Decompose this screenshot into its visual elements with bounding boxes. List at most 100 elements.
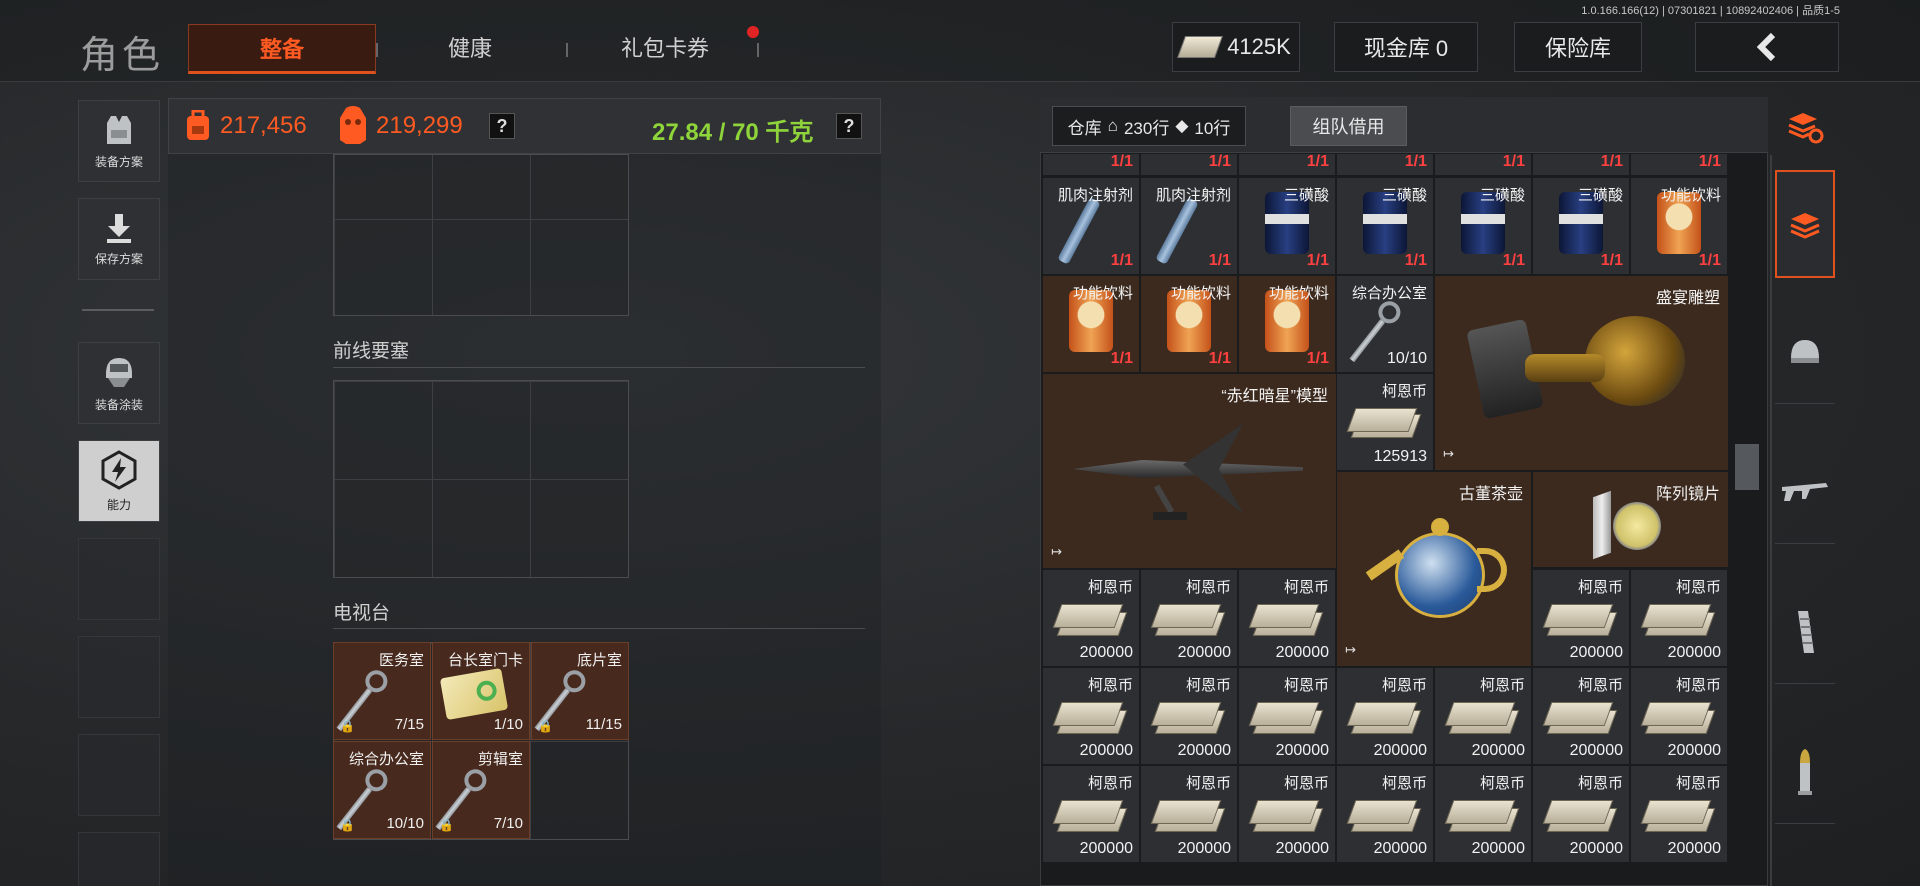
item-name: 柯恩币	[1577, 677, 1623, 694]
cash-vault-button[interactable]: 现金库 0	[1334, 22, 1478, 72]
item-name: 柯恩币	[1479, 775, 1525, 792]
tab-equipment[interactable]: 整备	[188, 24, 376, 74]
inventory-item[interactable]: 三磺酸 1/1	[1532, 177, 1630, 275]
inventory-item[interactable]: 肌肉注射剂 1/1	[1140, 177, 1238, 275]
loadout-plan-button[interactable]: 装备方案	[78, 100, 160, 182]
inventory-item[interactable]: 柯恩币 200000	[1042, 667, 1140, 765]
money-amount: 4125K	[1227, 34, 1291, 59]
cash-icon	[1177, 36, 1224, 58]
filter-rifle[interactable]	[1775, 440, 1835, 544]
item-name: 台长室门卡	[447, 652, 523, 669]
lightning-hex-icon	[101, 449, 137, 490]
inventory-item[interactable]: 1/1	[1042, 153, 1140, 176]
inventory-item[interactable]: 1/1	[1630, 153, 1728, 176]
inventory-item[interactable]: 柯恩币 200000	[1532, 667, 1630, 765]
inventory-item[interactable]: 柯恩币 200000	[1434, 765, 1532, 863]
item-name: 盛宴雕塑	[1655, 290, 1720, 307]
sort-button[interactable]	[1775, 100, 1835, 156]
inventory-item[interactable]: 1/1	[1140, 153, 1238, 176]
key-item[interactable]: 剪辑室 🔒 7/10	[432, 741, 530, 839]
item-count: 200000	[1275, 840, 1329, 857]
item-name: “赤红暗星”模型	[1221, 388, 1328, 405]
filter-magazine[interactable]	[1775, 580, 1835, 684]
item-name: 柯恩币	[1381, 775, 1427, 792]
inventory-item[interactable]: 柯恩币 200000	[1042, 765, 1140, 863]
tab-health[interactable]: 健康	[400, 24, 540, 74]
inventory-item[interactable]: 柯恩币 200000	[1042, 569, 1140, 667]
inventory-item[interactable]: 肌肉注射剂 1/1	[1042, 177, 1140, 275]
inventory-item[interactable]: 阵列镜片	[1532, 471, 1729, 568]
item-name: 三磺酸	[1479, 187, 1525, 204]
inventory-item[interactable]: 柯恩币 200000	[1630, 569, 1728, 667]
item-count: 10/10	[1386, 350, 1427, 367]
inventory-item[interactable]: “赤红暗星”模型 ↦	[1042, 373, 1337, 569]
inventory-item[interactable]: 柯恩币 200000	[1336, 765, 1434, 863]
inventory-item[interactable]: 三磺酸 1/1	[1434, 177, 1532, 275]
filter-all[interactable]	[1775, 170, 1835, 278]
inventory-item[interactable]: 1/1	[1434, 153, 1532, 176]
cash-stack-icon	[1542, 796, 1618, 836]
inventory-item[interactable]: 柯恩币 200000	[1532, 765, 1630, 863]
ability-button[interactable]: 能力	[78, 440, 160, 522]
inventory-item[interactable]: 柯恩币 200000	[1434, 667, 1532, 765]
safe-box-button[interactable]: 保险库	[1514, 22, 1642, 72]
teapot-icon	[1365, 512, 1515, 642]
key-grid-frontline	[333, 380, 629, 578]
section-title: 电视台	[333, 603, 391, 624]
inventory-item[interactable]: 柯恩币 200000	[1238, 569, 1336, 667]
inventory-item[interactable]: 盛宴雕塑 ↦	[1434, 275, 1729, 471]
value-help-button[interactable]: ?	[489, 113, 515, 139]
item-name: 肌肉注射剂	[1057, 187, 1133, 204]
inventory-item[interactable]: 1/1	[1238, 153, 1336, 176]
key-item[interactable]: 底片室 🔒 11/15	[531, 642, 629, 740]
tab-separator	[757, 43, 759, 57]
filter-helmet[interactable]	[1775, 300, 1835, 404]
item-name: 柯恩币	[1283, 579, 1329, 596]
item-count: 1/1	[1110, 153, 1133, 170]
item-count: 200000	[1569, 742, 1623, 759]
inventory-item[interactable]: 1/1	[1336, 153, 1434, 176]
item-count: 200000	[1667, 840, 1721, 857]
inventory-item[interactable]: 三磺酸 1/1	[1336, 177, 1434, 275]
save-plan-button[interactable]: 保存方案	[78, 198, 160, 280]
inventory-item[interactable]: 柯恩币 200000	[1532, 569, 1630, 667]
key-item[interactable]: 医务室 🔒 7/15	[333, 642, 431, 740]
inventory-item[interactable]: 1/1	[1532, 153, 1630, 176]
section-title: 前线要塞	[333, 341, 410, 362]
inventory-item[interactable]: 功能饮料 1/1	[1238, 275, 1336, 373]
back-button[interactable]	[1695, 22, 1839, 72]
cash-stack-icon	[1052, 698, 1128, 738]
empty-slot	[78, 538, 160, 620]
money-display[interactable]: 4125K	[1172, 22, 1300, 72]
scrollbar-thumb[interactable]	[1735, 444, 1759, 490]
inventory-item[interactable]: 柯恩币 125913	[1336, 373, 1434, 471]
key-item[interactable]: 台长室门卡 1/10	[432, 642, 530, 740]
inventory-item[interactable]: 柯恩币 200000	[1336, 667, 1434, 765]
item-name: 柯恩币	[1381, 383, 1427, 400]
inventory-item[interactable]: 柯恩币 200000	[1630, 667, 1728, 765]
inventory-item[interactable]: 功能饮料 1/1	[1042, 275, 1140, 373]
inventory-item[interactable]: 功能饮料 1/1	[1630, 177, 1728, 275]
item-count: 11/15	[585, 716, 622, 733]
filter-ammo[interactable]	[1775, 720, 1835, 824]
team-borrow-button[interactable]: 组队借用	[1290, 106, 1407, 146]
inventory-item[interactable]: 柯恩币 200000	[1238, 765, 1336, 863]
inventory-item[interactable]: 柯恩币 200000	[1140, 765, 1238, 863]
inventory-item[interactable]: 柯恩币 200000	[1140, 667, 1238, 765]
inventory-item[interactable]: 综合办公室 10/10	[1336, 275, 1434, 373]
cash-stack-icon	[1052, 796, 1128, 836]
tab-gift-cards[interactable]: 礼包卡券	[590, 24, 740, 74]
inventory-item[interactable]: 柯恩币 200000	[1238, 667, 1336, 765]
inventory-item[interactable]: 三磺酸 1/1	[1238, 177, 1336, 275]
equipment-skin-button[interactable]: 装备涂装	[78, 342, 160, 424]
inventory-item[interactable]: 功能饮料 1/1	[1140, 275, 1238, 373]
inventory-item[interactable]: 柯恩币 200000	[1630, 765, 1728, 863]
item-count: 200000	[1373, 742, 1427, 759]
item-count: 1/1	[1208, 252, 1231, 269]
inventory-item[interactable]: 柯恩币 200000	[1140, 569, 1238, 667]
warehouse-info[interactable]: 仓库 ⌂ 230行 ◆ 10行	[1052, 106, 1246, 146]
weight-help-button[interactable]: ?	[836, 113, 862, 139]
inventory-item[interactable]: 古董茶壶 ↦	[1336, 471, 1532, 667]
warehouse-label: 仓库	[1067, 118, 1102, 138]
key-item[interactable]: 综合办公室 🔒 10/10	[333, 741, 431, 839]
